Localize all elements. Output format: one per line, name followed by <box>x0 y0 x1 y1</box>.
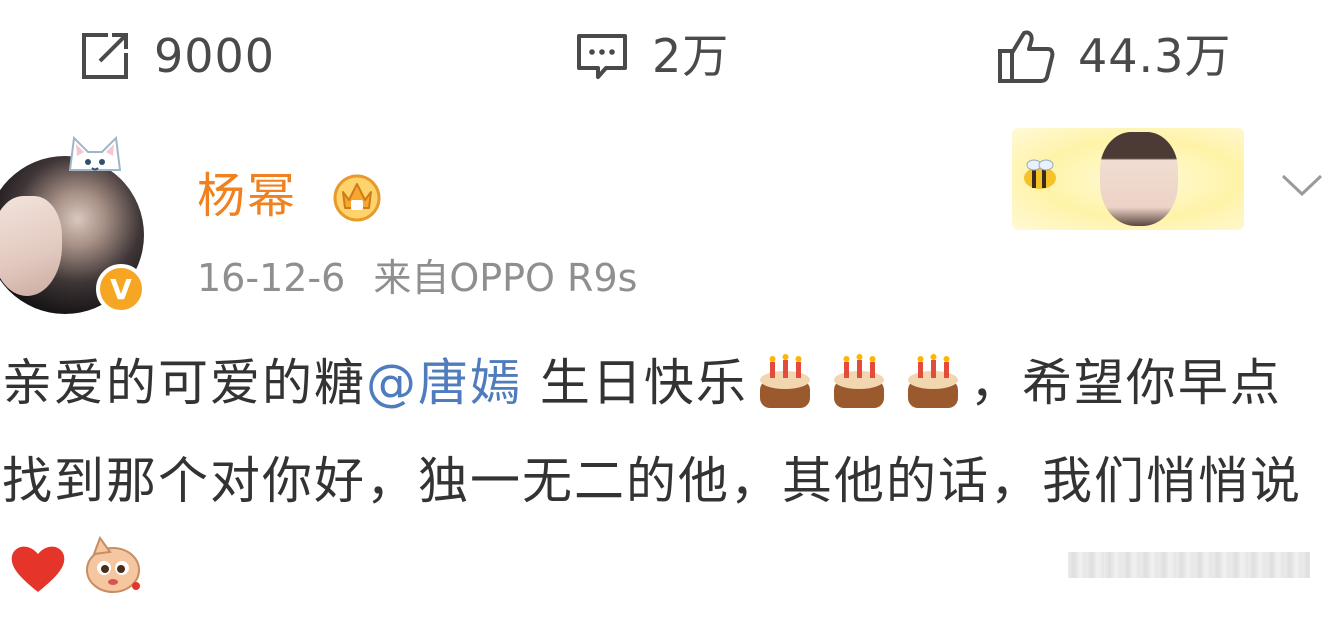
cake-icon <box>902 352 964 438</box>
post-text-part1: 亲爱的可爱的糖 <box>2 354 366 412</box>
avatar-area[interactable]: V <box>0 130 160 314</box>
comment-icon <box>574 28 630 84</box>
decoration-portrait <box>1100 132 1178 226</box>
forward-count: 9000 <box>154 29 276 83</box>
comment-count: 2万 <box>652 29 730 83</box>
heart-icon <box>8 536 68 622</box>
vip-crown-icon[interactable] <box>331 170 383 226</box>
post-source[interactable]: 来自OPPO R9s <box>373 250 637 306</box>
avatar-face <box>0 196 62 296</box>
post-text: 亲爱的可爱的糖@唐嫣 生日快乐 ，希望你早点找到那个对你好，独一无二的他，其他的话… <box>2 340 1312 622</box>
cat-ears-decoration-icon <box>64 130 126 184</box>
post-text-part2: 生日快乐 <box>522 354 748 412</box>
action-bar: 9000 2万 44.3万 <box>0 0 1340 112</box>
like-count: 44.3万 <box>1078 29 1232 83</box>
like-icon <box>996 27 1056 85</box>
username[interactable]: 杨幂 <box>197 166 297 226</box>
forward-icon <box>78 29 132 83</box>
comment-button[interactable]: 2万 <box>574 26 729 86</box>
sticker-icon <box>80 534 146 622</box>
blurred-watermark <box>1068 552 1310 578</box>
like-button[interactable]: 44.3万 <box>996 26 1231 86</box>
mention-link[interactable]: @唐嫣 <box>366 354 522 412</box>
chevron-down-icon[interactable] <box>1280 172 1324 202</box>
verified-badge: V <box>96 264 146 314</box>
post-date: 16-12-6 <box>197 256 346 300</box>
bee-icon <box>1018 158 1062 196</box>
cake-icon <box>754 352 816 438</box>
forward-button[interactable]: 9000 <box>78 26 275 86</box>
profile-card-decoration <box>1012 128 1244 230</box>
cake-icon <box>828 352 890 438</box>
post-meta: 16-12-6 来自OPPO R9s <box>197 250 637 306</box>
